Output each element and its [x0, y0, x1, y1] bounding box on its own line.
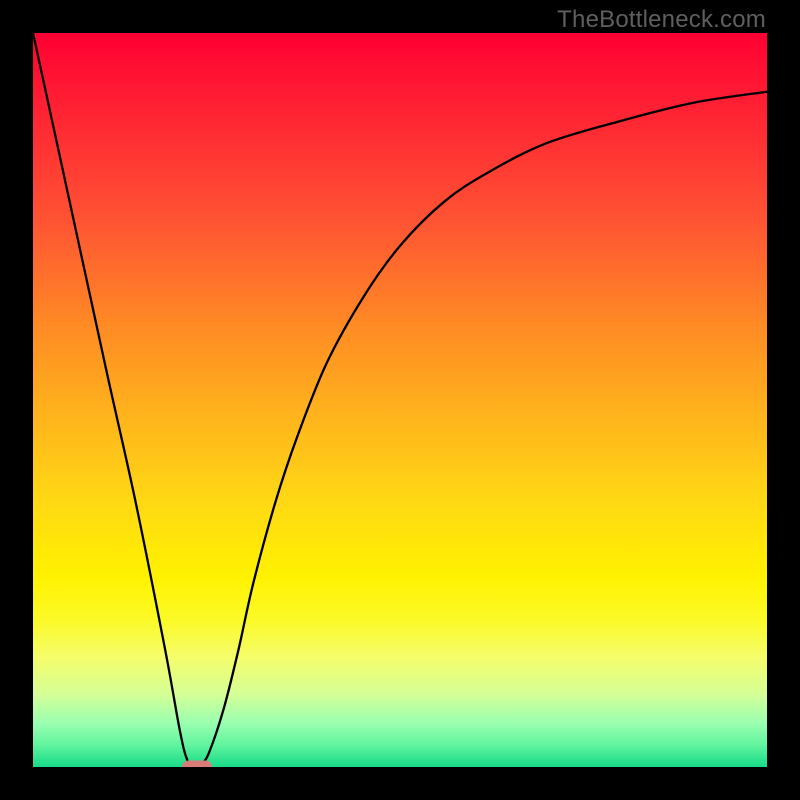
attribution-text: TheBottleneck.com: [557, 6, 766, 34]
bottleneck-curve: [33, 33, 767, 767]
plot-area: [33, 33, 767, 767]
curve-layer: [33, 33, 767, 767]
chart-frame: TheBottleneck.com: [0, 0, 800, 800]
optimal-marker: [182, 761, 212, 768]
